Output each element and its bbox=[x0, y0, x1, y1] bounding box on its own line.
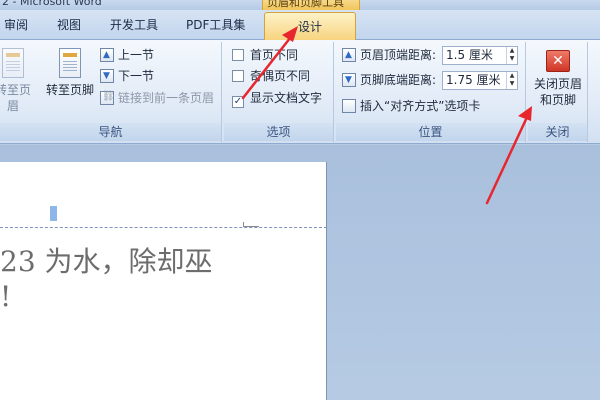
group-label-navigation: 导航 bbox=[0, 123, 221, 141]
header-top-label: 页眉顶端距离: bbox=[360, 48, 437, 62]
tab-review[interactable]: 审阅 bbox=[4, 16, 28, 33]
document-page[interactable]: 23 为水，除却巫 ! bbox=[0, 162, 327, 400]
link-icon bbox=[100, 88, 115, 106]
goto-header-button[interactable]: 转至页眉 bbox=[0, 46, 36, 114]
spinner-arrows-icon[interactable]: ▲ ▼ bbox=[506, 72, 517, 89]
header-top-distance-input[interactable]: 1.5 厘米 ▲ ▼ bbox=[442, 46, 518, 65]
prev-section-label: 上一节 bbox=[118, 48, 155, 62]
goto-header-label: 转至页眉 bbox=[0, 83, 31, 113]
text-cursor bbox=[50, 206, 57, 221]
different-first-page-label: 首页不同 bbox=[250, 48, 299, 62]
group-close: ✕ 关闭页眉 和页脚 关闭 bbox=[528, 42, 588, 142]
group-label-options: 选项 bbox=[224, 123, 333, 141]
checkmark-icon: ✓ bbox=[232, 96, 244, 108]
tab-developer[interactable]: 开发工具 bbox=[110, 16, 158, 33]
document-text-line[interactable]: 23 为水，除却巫 bbox=[0, 240, 213, 280]
tab-view[interactable]: 视图 bbox=[57, 16, 81, 33]
next-section-button[interactable]: 下一节 bbox=[100, 67, 154, 85]
close-header-footer-button[interactable]: ✕ 关闭页眉 和页脚 bbox=[528, 46, 588, 108]
tab-design[interactable]: 设计 bbox=[264, 12, 356, 41]
different-odd-even-label: 奇偶页不同 bbox=[250, 69, 311, 83]
checkbox-box bbox=[232, 49, 244, 61]
header-position-icon bbox=[342, 46, 356, 64]
goto-footer-label: 转至页脚 bbox=[45, 83, 94, 97]
group-label-close: 关闭 bbox=[528, 123, 587, 141]
window-title: 2 - Microsoft Word bbox=[2, 0, 102, 8]
context-tools-title: 页眉和页脚工具 bbox=[262, 0, 360, 10]
header-top-distance-row: 页眉顶端距离: bbox=[342, 46, 436, 64]
alignment-tab-icon bbox=[342, 99, 356, 113]
header-top-value: 1.5 厘米 bbox=[446, 48, 493, 62]
checkbox-box bbox=[232, 70, 244, 82]
different-first-page-checkbox[interactable]: 首页不同 bbox=[232, 46, 298, 64]
ribbon: 转至页眉 转至页脚 上一节 下一节 链接到前一条页眉 导航 首页不同 奇偶页不同… bbox=[0, 40, 600, 144]
close-button-line2: 和页脚 bbox=[539, 93, 576, 107]
footer-bottom-value: 1.75 厘米 bbox=[446, 73, 501, 87]
close-icon: ✕ bbox=[546, 50, 570, 72]
document-text-line[interactable]: ! bbox=[0, 280, 11, 313]
footer-page-icon bbox=[59, 48, 81, 78]
tab-pdf-tools[interactable]: PDF工具集 bbox=[186, 16, 245, 33]
next-section-label: 下一节 bbox=[118, 69, 155, 83]
group-options: 首页不同 奇偶页不同 ✓ 显示文档文字 选项 bbox=[224, 42, 334, 142]
link-to-previous-button[interactable]: 链接到前一条页眉 bbox=[100, 88, 215, 107]
context-tools-label: 页眉和页脚工具 bbox=[267, 0, 344, 9]
header-boundary-line bbox=[0, 227, 327, 228]
footer-bottom-distance-row: 页脚底端距离: bbox=[342, 71, 436, 89]
spinner-arrows-icon[interactable]: ▲ ▼ bbox=[506, 47, 517, 64]
group-navigation: 转至页眉 转至页脚 上一节 下一节 链接到前一条页眉 导航 bbox=[0, 42, 222, 142]
footer-bottom-distance-input[interactable]: 1.75 厘米 ▲ ▼ bbox=[442, 71, 518, 90]
document-area: 23 为水，除却巫 ! bbox=[0, 145, 600, 400]
show-document-text-checkbox[interactable]: ✓ 显示文档文字 bbox=[232, 89, 323, 108]
next-section-icon bbox=[100, 67, 114, 85]
different-odd-even-checkbox[interactable]: 奇偶页不同 bbox=[232, 67, 310, 85]
footer-position-icon bbox=[342, 71, 356, 89]
insert-alignment-tab-button[interactable]: 插入“对齐方式”选项卡 bbox=[342, 97, 480, 115]
goto-footer-button[interactable]: 转至页脚 bbox=[44, 46, 96, 98]
close-button-line1: 关闭页眉 bbox=[533, 77, 582, 91]
show-document-text-label: 显示文档文字 bbox=[250, 91, 323, 105]
header-page-icon bbox=[2, 48, 24, 78]
link-to-previous-label: 链接到前一条页眉 bbox=[118, 91, 215, 105]
ribbon-tab-row: 审阅 视图 开发工具 PDF工具集 设计 bbox=[0, 10, 600, 41]
insert-alignment-tab-label: 插入“对齐方式”选项卡 bbox=[360, 99, 481, 113]
group-position: 页眉顶端距离: 1.5 厘米 ▲▼ 页脚底端距离: 1.75 厘米 ▲▼ 插入“… bbox=[336, 42, 526, 142]
previous-section-icon bbox=[100, 46, 114, 64]
footer-bottom-label: 页脚底端距离: bbox=[360, 73, 437, 87]
group-label-position: 位置 bbox=[336, 123, 525, 141]
prev-section-button[interactable]: 上一节 bbox=[100, 46, 154, 64]
